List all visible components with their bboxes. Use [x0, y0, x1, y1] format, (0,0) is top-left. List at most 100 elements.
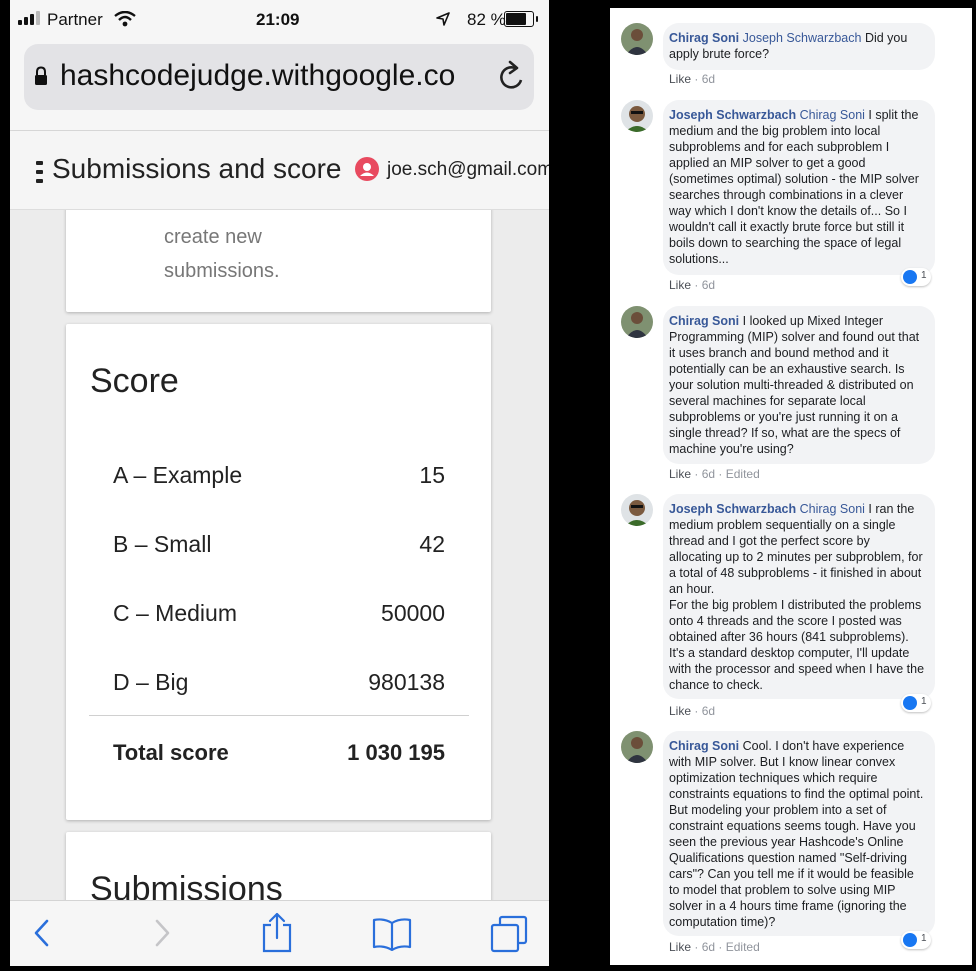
score-card: Score A – Example 15 B – Small 42 C – Me… [66, 324, 491, 820]
address-bar[interactable]: hashcodejudge.withgoogle.co [24, 44, 534, 110]
like-link[interactable]: Like [669, 704, 691, 718]
info-text-line: create new [164, 226, 262, 248]
score-row-label: C – Medium [113, 600, 237, 626]
comment-author[interactable]: Joseph Schwarzbach [669, 108, 796, 122]
avatar[interactable] [621, 100, 653, 132]
reaction-count[interactable]: 1 [901, 268, 931, 286]
comment-age[interactable]: 6d [702, 278, 715, 292]
user-email[interactable]: joe.sch@gmail.com [387, 159, 549, 181]
comment-body: Chirag Soni Joseph Schwarzbach Did you a… [669, 30, 925, 62]
score-row-label: A – Example [113, 462, 243, 488]
avatar[interactable] [621, 306, 653, 338]
comment-body: Joseph Schwarzbach Chirag Soni I split t… [669, 107, 925, 267]
battery-percentage: 82 % [467, 10, 506, 29]
comment-author[interactable]: Chirag Soni [669, 314, 739, 328]
comment-bubble: Chirag Soni Cool. I don't have experienc… [663, 731, 935, 936]
like-link[interactable]: Like [669, 940, 691, 954]
signal-bar [36, 11, 40, 25]
edited-label[interactable]: Edited [726, 940, 760, 954]
reaction-count[interactable]: 1 [901, 694, 931, 712]
share-icon[interactable] [260, 911, 294, 953]
comment-body: Chirag Soni Cool. I don't have experienc… [669, 738, 925, 930]
comment-meta: Like · 6d [669, 278, 716, 292]
info-text-line: submissions. [164, 260, 280, 282]
comment-age[interactable]: 6d [702, 72, 715, 86]
location-arrow-icon [436, 12, 450, 26]
like-link[interactable]: Like [669, 72, 691, 86]
comment-age[interactable]: 6d [702, 467, 715, 481]
lock-icon [35, 66, 47, 85]
comment-meta: Like · 6d · Edited [669, 467, 760, 481]
comment-text: For the big problem I distributed the pr… [669, 598, 925, 692]
wifi-icon [114, 11, 136, 27]
like-link[interactable]: Like [669, 278, 691, 292]
url-text[interactable]: hashcodejudge.withgoogle.co [60, 59, 455, 93]
signal-bar [24, 17, 28, 25]
score-row-value: 50000 [381, 600, 445, 626]
avatar[interactable] [621, 494, 653, 526]
browser-toolbar [10, 900, 549, 966]
submissions-heading: Submissions [90, 870, 283, 900]
page-title: Submissions and score [52, 153, 342, 184]
comment-author[interactable]: Chirag Soni [669, 31, 739, 45]
comment-text: I ran the medium problem sequentially on… [669, 502, 923, 596]
total-score-value: 1 030 195 [347, 740, 445, 765]
comment-bubble: Chirag Soni I looked up Mixed Integer Pr… [663, 306, 935, 464]
submissions-card: Submissions [66, 832, 491, 900]
comment-text: Cool. I don't have experience with MIP s… [669, 739, 924, 929]
score-row-label: B – Small [113, 531, 212, 557]
comment-mention[interactable]: Chirag Soni [800, 502, 865, 516]
comment-text: I looked up Mixed Integer Programming (M… [669, 314, 920, 456]
reload-icon[interactable] [494, 56, 530, 96]
reaction-number: 1 [921, 696, 927, 707]
score-row-value: 42 [419, 531, 445, 557]
comment-text: I split the medium and the big problem i… [669, 108, 919, 266]
page-content[interactable]: create new submissions. Score A – Exampl… [10, 210, 549, 900]
comment-author[interactable]: Chirag Soni [669, 739, 739, 753]
comment-author[interactable]: Joseph Schwarzbach [669, 502, 796, 516]
comment-mention[interactable]: Chirag Soni [800, 108, 865, 122]
like-reaction-icon [903, 270, 917, 284]
comment-body: Joseph Schwarzbach Chirag Soni I ran the… [669, 501, 925, 693]
comment-age[interactable]: 6d [702, 940, 715, 954]
avatar[interactable] [621, 23, 653, 55]
comment-meta: Like · 6d [669, 704, 716, 718]
comment-bubble: Chirag Soni Joseph Schwarzbach Did you a… [663, 23, 935, 70]
status-bar: Partner 21:09 82 % [10, 0, 549, 38]
app-bar: Submissions and score joe.sch@gmail.com [10, 131, 549, 210]
comment-bubble: Joseph Schwarzbach Chirag Soni I ran the… [663, 494, 935, 699]
account-icon[interactable] [355, 157, 379, 181]
total-score-label: Total score [113, 740, 229, 765]
edited-label[interactable]: Edited [726, 467, 760, 481]
battery-icon [504, 11, 538, 27]
reaction-number: 1 [921, 933, 927, 944]
browser-address-area: hashcodejudge.withgoogle.co [10, 38, 549, 131]
score-row-label: D – Big [113, 669, 189, 695]
phone-screen: Partner 21:09 82 % hashcodejudge.withgoo… [10, 0, 549, 966]
comments-panel: Chirag Soni Joseph Schwarzbach Did you a… [610, 8, 972, 965]
carrier-name: Partner [47, 10, 103, 29]
score-row-value: 980138 [368, 669, 445, 695]
tabs-icon[interactable] [490, 915, 528, 953]
menu-icon[interactable] [36, 161, 44, 183]
reaction-number: 1 [921, 270, 927, 281]
battery-fill [506, 13, 526, 25]
signal-bar [18, 20, 22, 25]
bookmarks-icon[interactable] [372, 917, 412, 951]
like-reaction-icon [903, 933, 917, 947]
like-reaction-icon [903, 696, 917, 710]
like-link[interactable]: Like [669, 467, 691, 481]
comment-bubble: Joseph Schwarzbach Chirag Soni I split t… [663, 100, 935, 275]
reaction-count[interactable]: 1 [901, 931, 931, 949]
forward-icon[interactable] [152, 915, 172, 951]
clock: 21:09 [256, 10, 300, 29]
comment-age[interactable]: 6d [702, 704, 715, 718]
info-card: create new submissions. [66, 210, 491, 312]
comment-mention[interactable]: Joseph Schwarzbach [743, 31, 862, 45]
battery-nub [536, 16, 538, 22]
divider [89, 715, 469, 716]
comment-meta: Like · 6d [669, 72, 716, 86]
signal-bar [30, 14, 34, 25]
avatar[interactable] [621, 731, 653, 763]
back-icon[interactable] [32, 915, 52, 951]
